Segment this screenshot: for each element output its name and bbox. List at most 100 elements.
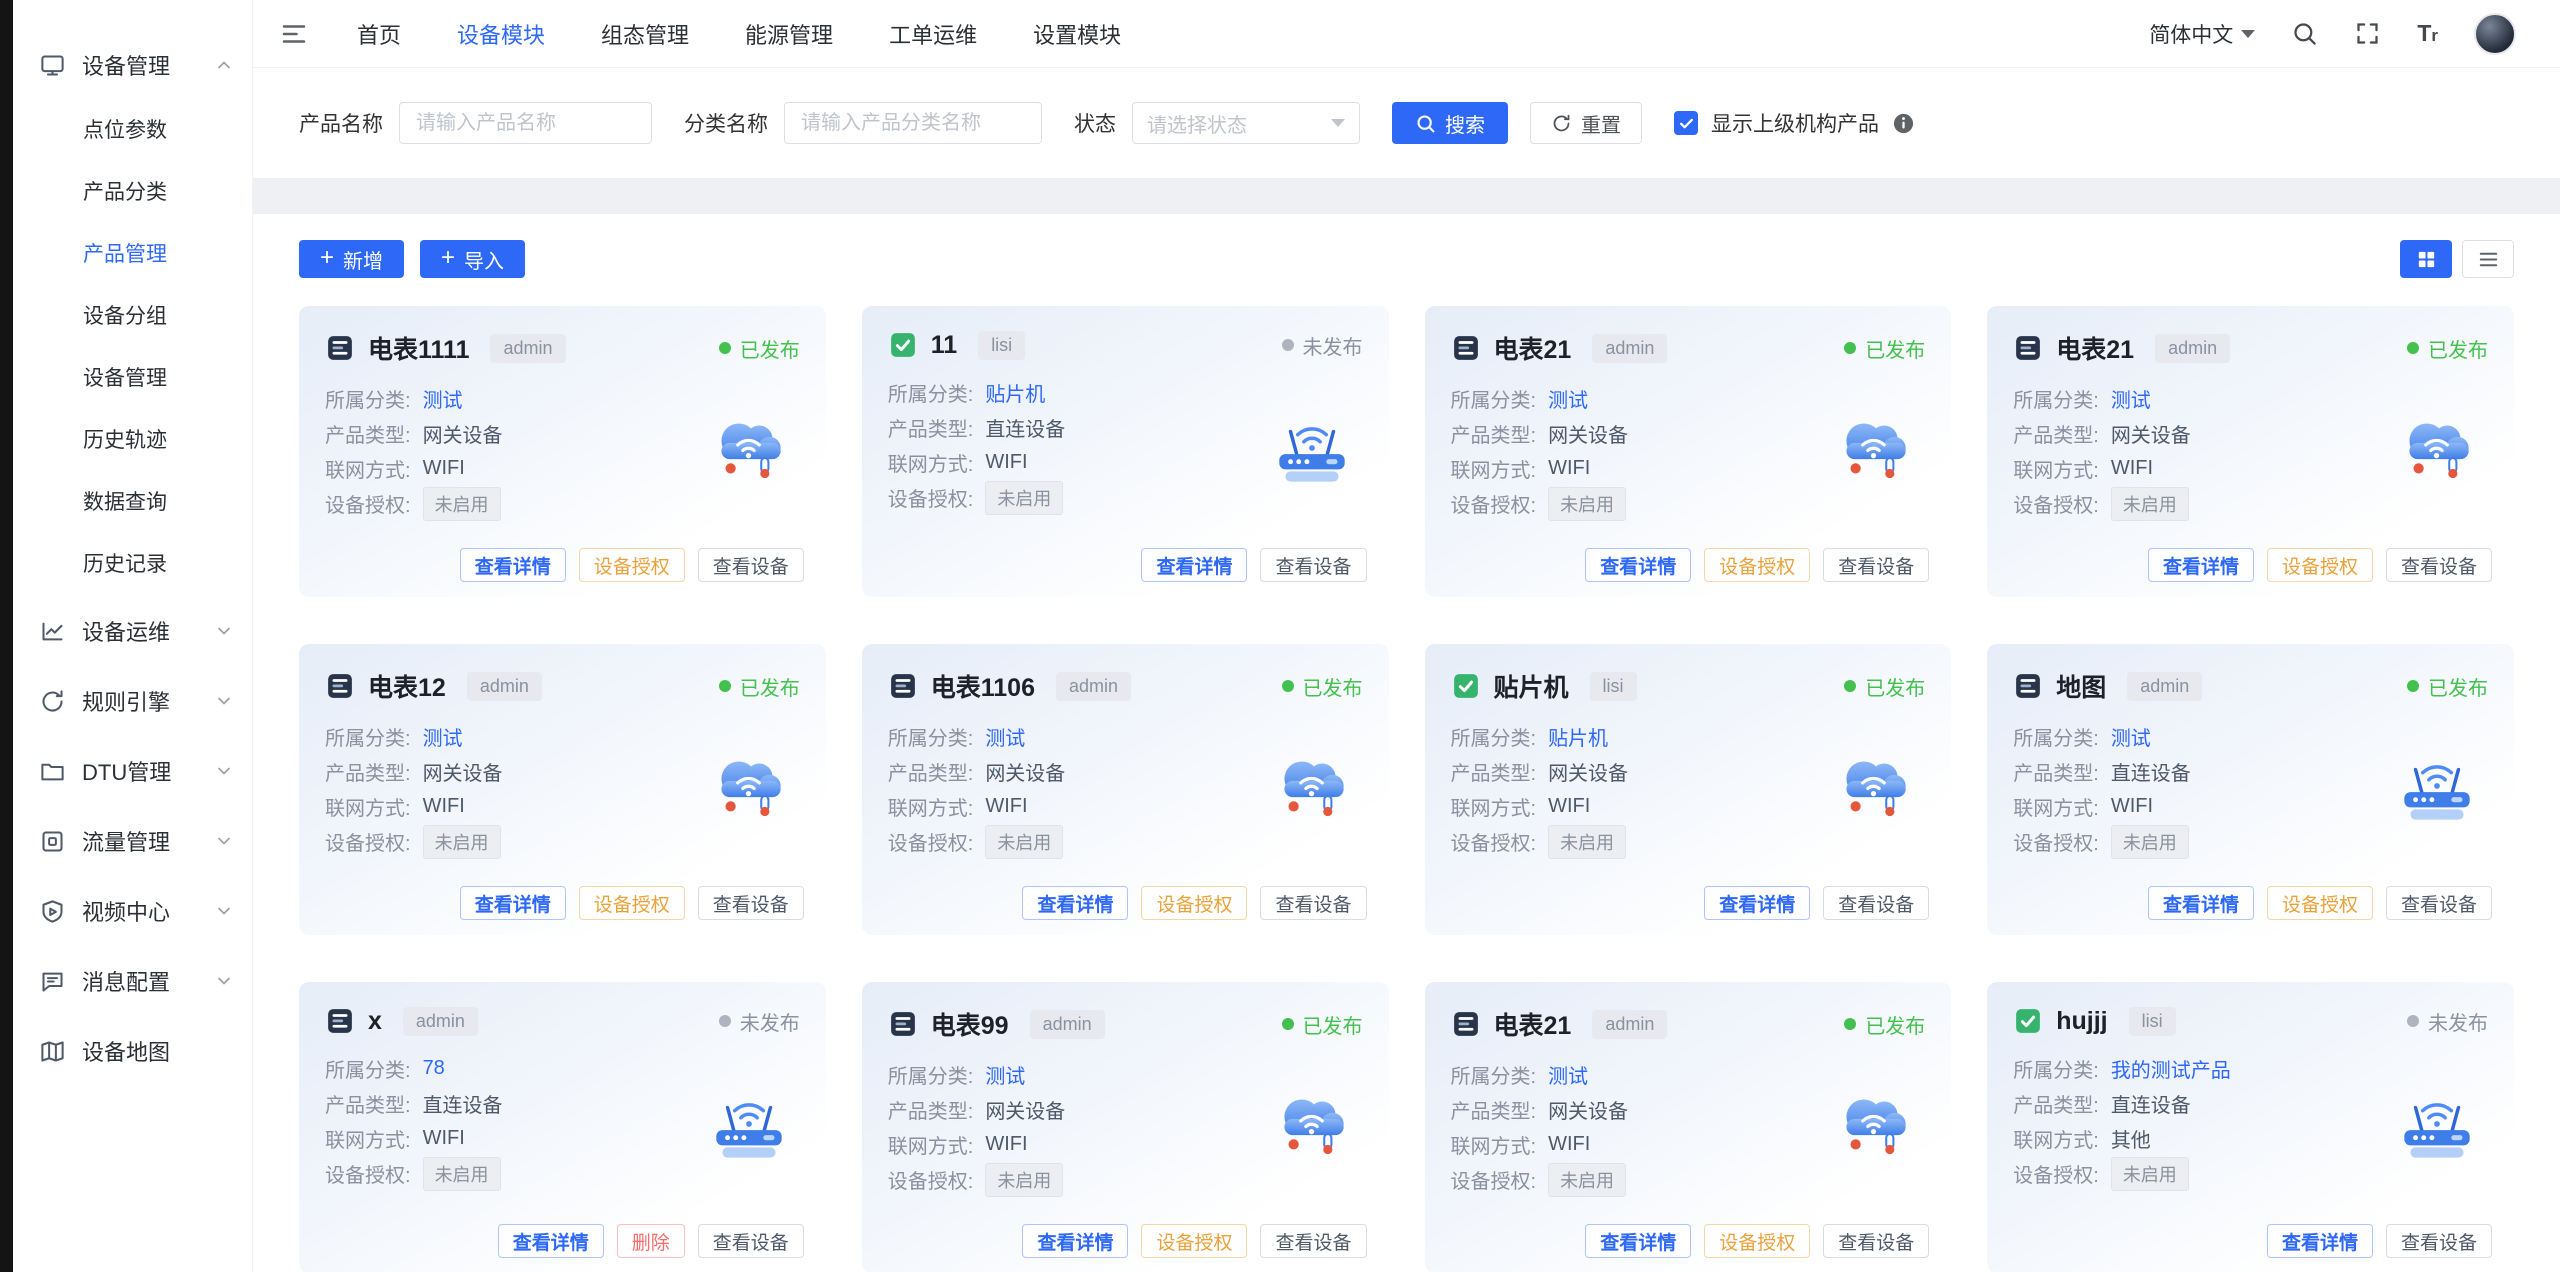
card-action-button[interactable]: 设备授权 (579, 886, 685, 920)
card-action-button[interactable]: 查看详情 (2148, 548, 2254, 582)
card-action-button[interactable]: 查看详情 (1704, 886, 1810, 920)
sidebar-group-item[interactable]: 消息配置 (13, 946, 252, 1016)
product-green-icon (2013, 1006, 2043, 1036)
status-select[interactable]: 请选择状态 (1132, 102, 1360, 144)
card-action-button[interactable]: 设备授权 (1141, 1224, 1247, 1258)
card-action-button[interactable]: 查看设备 (698, 886, 804, 920)
card-action-button[interactable]: 查看设备 (1823, 1224, 1929, 1258)
info-icon[interactable] (1892, 112, 1915, 135)
nav-item[interactable]: 设备模块 (457, 18, 545, 50)
product-title: 电表99 (931, 1006, 1009, 1042)
card-action-button[interactable]: 查看设备 (1823, 886, 1929, 920)
card-action-button[interactable]: 查看设备 (1260, 548, 1366, 582)
font-size-icon[interactable]: Tr (2417, 20, 2438, 47)
card-action-button[interactable]: 查看详情 (1585, 1224, 1691, 1258)
sidebar-sub-item[interactable]: 设备管理 (13, 348, 252, 410)
sidebar-group-item[interactable]: 视频中心 (13, 876, 252, 946)
sidebar-group-item[interactable]: 设备地图 (13, 1016, 252, 1086)
network-value: WIFI (985, 1133, 1027, 1156)
filter-bar: 产品名称 分类名称 状态 请选择状态 搜索 (253, 68, 2560, 178)
card-action-button[interactable]: 查看详情 (1022, 1224, 1128, 1258)
card-action-button[interactable]: 查看详情 (460, 886, 566, 920)
user-avatar[interactable] (2474, 13, 2516, 55)
add-product-button[interactable]: + 新增 (299, 240, 404, 278)
sidebar-group-item[interactable]: 流量管理 (13, 806, 252, 876)
card-action-button[interactable]: 查看设备 (698, 548, 804, 582)
sidebar-sub-item[interactable]: 设备分组 (13, 286, 252, 348)
sidebar-sub-item[interactable]: 历史记录 (13, 534, 252, 596)
sidebar-group-label: 规则引擎 (82, 685, 198, 717)
card-action-button[interactable]: 查看详情 (1022, 886, 1128, 920)
sidebar-sub-item[interactable]: 历史轨迹 (13, 410, 252, 472)
search-button[interactable]: 搜索 (1392, 102, 1508, 144)
language-selector[interactable]: 简体中文 (2149, 19, 2255, 49)
field-label: 所属分类: (888, 1060, 974, 1089)
chevron-down-icon (214, 621, 234, 641)
card-action-button[interactable]: 设备授权 (1704, 548, 1810, 582)
card-action-button[interactable]: 查看设备 (1260, 886, 1366, 920)
card-action-button[interactable]: 查看设备 (2386, 548, 2492, 582)
sidebar-group-item[interactable]: 设备运维 (13, 596, 252, 666)
card-action-button[interactable]: 查看详情 (1141, 548, 1247, 582)
fullscreen-icon[interactable] (2354, 20, 2381, 47)
sidebar-sub-item[interactable]: 产品分类 (13, 162, 252, 224)
sidebar-sub-item[interactable]: 数据查询 (13, 472, 252, 534)
category-link[interactable]: 测试 (2111, 722, 2151, 751)
card-action-button[interactable]: 查看详情 (460, 548, 566, 582)
category-link[interactable]: 测试 (423, 384, 463, 413)
card-action-button[interactable]: 查看设备 (1823, 548, 1929, 582)
card-action-button[interactable]: 查看设备 (2386, 886, 2492, 920)
category-link[interactable]: 测试 (985, 722, 1025, 751)
sidebar-group-item[interactable]: 规则引擎 (13, 666, 252, 736)
collapse-menu-icon[interactable] (279, 19, 309, 49)
card-action-button[interactable]: 设备授权 (1141, 886, 1247, 920)
sidebar-group-item[interactable]: DTU管理 (13, 736, 252, 806)
sidebar-group-item[interactable]: 设备管理 (13, 30, 252, 100)
search-icon[interactable] (2291, 20, 2318, 47)
card-action-button[interactable]: 查看详情 (1585, 548, 1691, 582)
category-link[interactable]: 贴片机 (1548, 722, 1608, 751)
import-button[interactable]: + 导入 (420, 240, 525, 278)
category-link[interactable]: 贴片机 (985, 378, 1045, 407)
product-type-value: 网关设备 (1548, 419, 1628, 448)
card-action-button[interactable]: 查看设备 (2386, 1224, 2492, 1258)
nav-item[interactable]: 工单运维 (889, 18, 977, 50)
nav-item[interactable]: 能源管理 (745, 18, 833, 50)
category-link[interactable]: 测试 (1548, 1060, 1588, 1089)
card-actions: 查看详情设备授权查看设备 (1585, 548, 1929, 582)
category-link[interactable]: 78 (423, 1057, 445, 1080)
nav-item[interactable]: 组态管理 (601, 18, 689, 50)
status-select-placeholder: 请选择状态 (1147, 109, 1247, 138)
grid-view-button[interactable] (2400, 240, 2452, 278)
card-action-button[interactable]: 删除 (617, 1224, 685, 1258)
product-card: 电表21admin已发布所属分类:测试产品类型:网关设备联网方式:WIFI设备授… (1425, 306, 1952, 597)
card-action-button[interactable]: 设备授权 (2267, 886, 2373, 920)
network-value: WIFI (423, 795, 465, 818)
reset-button[interactable]: 重置 (1530, 102, 1642, 144)
category-link[interactable]: 测试 (2111, 384, 2151, 413)
card-action-button[interactable]: 设备授权 (1704, 1224, 1810, 1258)
status-label: 已发布 (740, 334, 800, 363)
chevron-down-icon (214, 831, 234, 851)
category-link[interactable]: 我的测试产品 (2111, 1054, 2231, 1083)
product-name-input[interactable] (399, 102, 652, 144)
card-action-button[interactable]: 设备授权 (2267, 548, 2373, 582)
category-name-input[interactable] (784, 102, 1042, 144)
nav-item[interactable]: 首页 (357, 18, 401, 50)
product-title: 电表1106 (931, 668, 1035, 704)
list-view-button[interactable] (2462, 240, 2514, 278)
card-action-button[interactable]: 查看设备 (698, 1224, 804, 1258)
sidebar-sub-item[interactable]: 点位参数 (13, 100, 252, 162)
card-action-button[interactable]: 查看设备 (1260, 1224, 1366, 1258)
card-action-button[interactable]: 查看详情 (498, 1224, 604, 1258)
auth-status-tag: 未启用 (423, 1157, 501, 1191)
category-link[interactable]: 测试 (423, 722, 463, 751)
card-action-button[interactable]: 查看详情 (2148, 886, 2254, 920)
category-link[interactable]: 测试 (1548, 384, 1588, 413)
show-parent-products-checkbox[interactable]: 显示上级机构产品 (1674, 108, 1915, 138)
sidebar-sub-item[interactable]: 产品管理 (13, 224, 252, 286)
card-action-button[interactable]: 查看详情 (2267, 1224, 2373, 1258)
nav-item[interactable]: 设置模块 (1033, 18, 1121, 50)
category-link[interactable]: 测试 (985, 1060, 1025, 1089)
card-action-button[interactable]: 设备授权 (579, 548, 685, 582)
